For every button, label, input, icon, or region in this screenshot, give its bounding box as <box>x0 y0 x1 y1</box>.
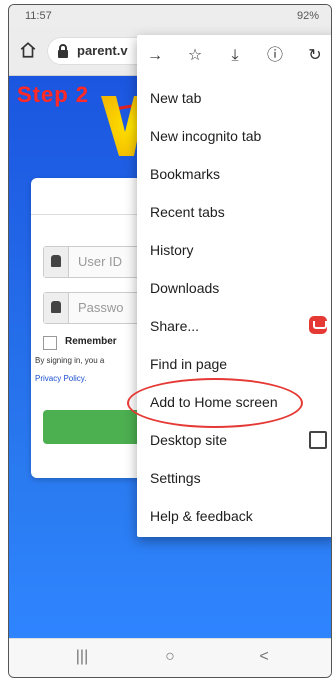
menu-item-label: Desktop site <box>150 432 228 448</box>
privacy-link[interactable]: Privacy Policy. <box>35 374 86 383</box>
user-icon <box>44 247 69 277</box>
arrow-forward-icon[interactable]: → <box>145 46 165 66</box>
remember-checkbox[interactable] <box>43 336 57 350</box>
password-placeholder: Passwo <box>78 300 124 315</box>
download-icon[interactable]: ⤓ <box>225 46 245 66</box>
share-app-icon <box>309 316 327 334</box>
menu-item-recent-tabs[interactable]: Recent tabs <box>137 193 331 231</box>
menu-item-new-tab[interactable]: New tab <box>137 79 331 117</box>
lock-icon <box>58 44 68 58</box>
menu-item-history[interactable]: History <box>137 231 331 269</box>
menu-item-label: Help & feedback <box>150 508 253 524</box>
menu-item-settings[interactable]: Settings <box>137 459 331 497</box>
menu-item-find-in-page[interactable]: Find in page <box>137 345 331 383</box>
url-text: parent.v <box>77 43 128 58</box>
status-time: 11:57 <box>25 10 52 22</box>
desktop-site-checkbox[interactable] <box>309 431 327 449</box>
home-button[interactable]: ○ <box>155 648 185 666</box>
user-id-placeholder: User ID <box>78 254 123 269</box>
menu-item-bookmarks[interactable]: Bookmarks <box>137 155 331 193</box>
highlight-oval <box>127 378 303 428</box>
recents-button[interactable]: ||| <box>67 648 97 666</box>
menu-item-label: Recent tabs <box>150 204 225 220</box>
menu-item-new-incognito-tab[interactable]: New incognito tab <box>137 117 331 155</box>
browser-menu: → ☆ ⤓ ⓘ ↻ New tab New incognito tab Book… <box>137 35 331 537</box>
android-nav-bar: ||| ○ < <box>9 638 331 677</box>
phone-screen: 11:57 92% parent.v Step 2 User ID Passwo… <box>8 4 332 678</box>
lock-icon <box>44 293 69 323</box>
menu-item-label: Settings <box>150 470 201 486</box>
menu-item-label: Downloads <box>150 280 220 296</box>
home-icon[interactable] <box>19 41 37 59</box>
menu-item-share[interactable]: Share... <box>137 307 331 345</box>
menu-item-label: New tab <box>150 90 202 106</box>
step-label: Step 2 <box>17 82 90 107</box>
menu-item-label: New incognito tab <box>150 128 262 144</box>
back-button[interactable]: < <box>249 648 279 666</box>
remember-label: Remember <box>65 336 117 347</box>
status-bar: 11:57 92% <box>9 5 331 27</box>
menu-item-downloads[interactable]: Downloads <box>137 269 331 307</box>
menu-item-help-feedback[interactable]: Help & feedback <box>137 497 331 535</box>
menu-item-label: Share... <box>150 318 200 334</box>
star-icon[interactable]: ☆ <box>185 46 205 66</box>
menu-item-label: History <box>150 242 194 258</box>
menu-item-label: Find in page <box>150 356 228 372</box>
signing-text: By signing in, you a <box>35 356 105 365</box>
menu-icon-row: → ☆ ⤓ ⓘ ↻ <box>137 35 331 79</box>
refresh-icon[interactable]: ↻ <box>305 46 325 66</box>
status-battery: 92% <box>296 10 319 22</box>
info-icon[interactable]: ⓘ <box>265 46 285 66</box>
menu-item-label: Bookmarks <box>150 166 221 182</box>
